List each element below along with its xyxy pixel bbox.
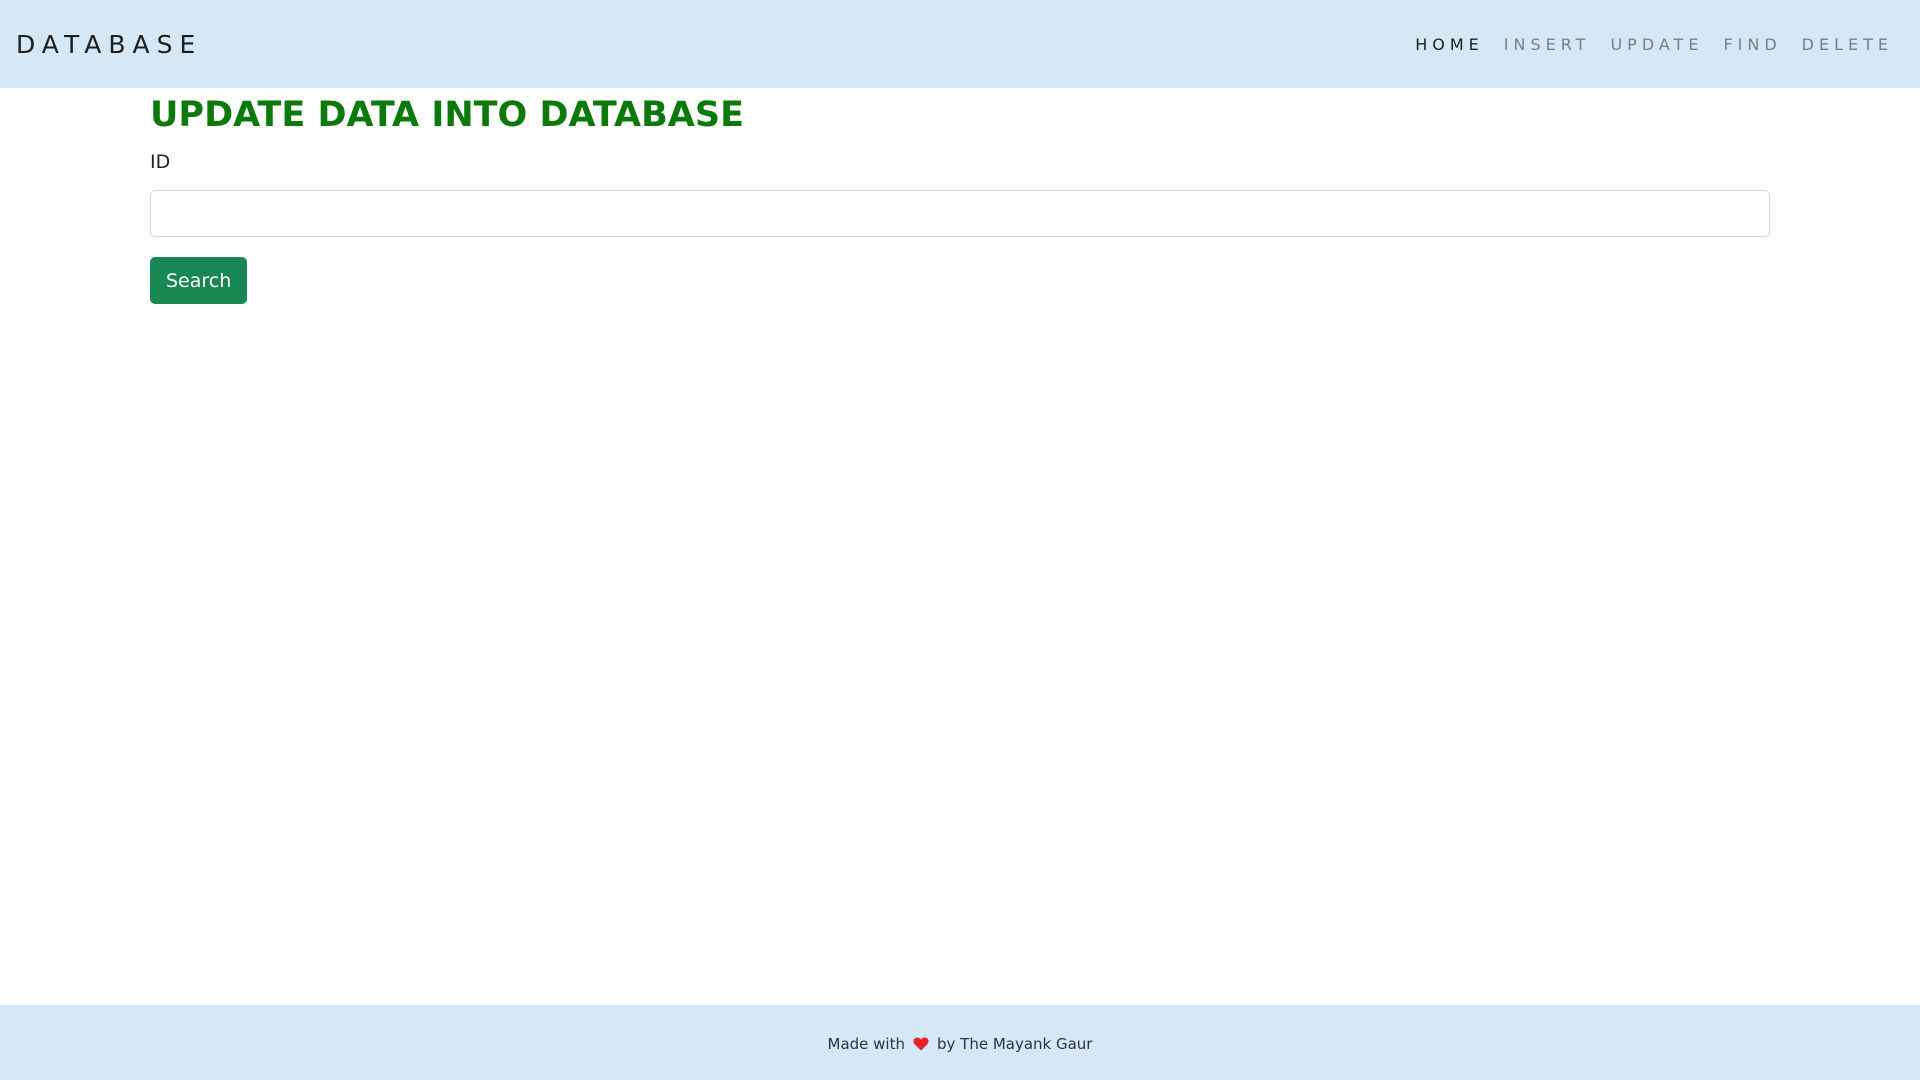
footer-suffix: by The Mayank Gaur bbox=[936, 1034, 1093, 1053]
nav-link-update[interactable]: UPDATE bbox=[1610, 35, 1703, 54]
id-input[interactable] bbox=[150, 190, 1770, 237]
nav-link-delete[interactable]: DELETE bbox=[1802, 35, 1893, 54]
nav-link-home[interactable]: HOME bbox=[1415, 35, 1484, 54]
footer-prefix: Made with bbox=[827, 1034, 905, 1053]
search-button[interactable]: Search bbox=[150, 257, 248, 304]
heart-icon bbox=[913, 1037, 929, 1051]
nav-link-find[interactable]: FIND bbox=[1723, 35, 1781, 54]
id-label: ID bbox=[150, 151, 171, 173]
footer: Made with by The Mayank Gaur bbox=[0, 1005, 1920, 1080]
nav-links: HOME INSERT UPDATE FIND DELETE bbox=[1395, 35, 1893, 54]
brand-logo[interactable]: DATABASE bbox=[16, 30, 202, 59]
page-title: UPDATE DATA INTO DATABASE bbox=[150, 95, 744, 135]
main-content: UPDATE DATA INTO DATABASE ID Search bbox=[150, 88, 1770, 304]
nav-link-insert[interactable]: INSERT bbox=[1504, 35, 1591, 54]
navbar: DATABASE HOME INSERT UPDATE FIND DELETE bbox=[0, 0, 1920, 88]
